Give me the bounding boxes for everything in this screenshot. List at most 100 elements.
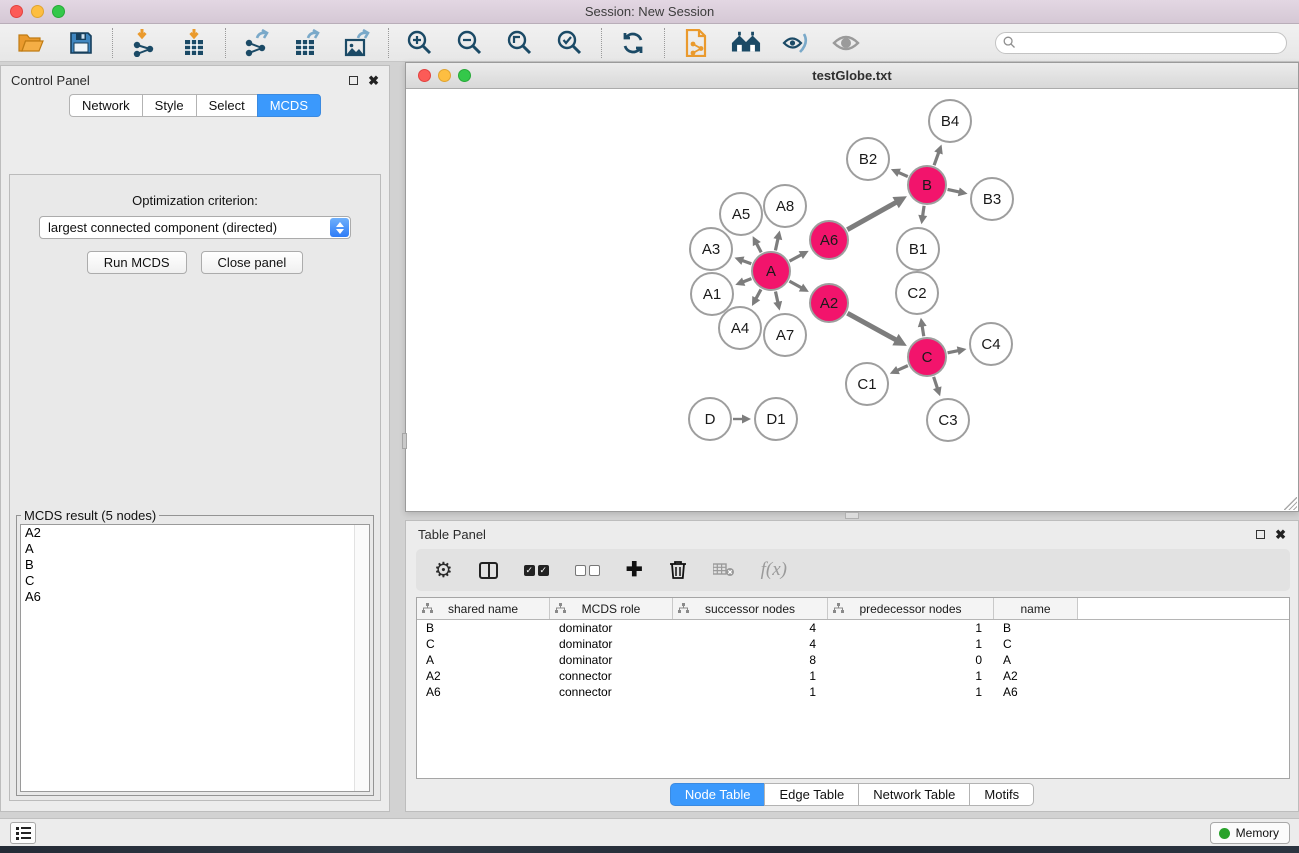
graph-edge-B-B2[interactable]: [898, 172, 908, 176]
graph-edge-A6-B[interactable]: [847, 202, 896, 230]
split-columns-icon[interactable]: [479, 558, 498, 582]
graph-edge-B-B3[interactable]: [948, 189, 960, 192]
tab-select[interactable]: Select: [196, 94, 257, 117]
resize-grip-icon[interactable]: [1284, 497, 1297, 510]
mcds-result-item[interactable]: A: [21, 541, 369, 557]
delete-column-icon[interactable]: [669, 558, 687, 582]
home-icon[interactable]: [731, 28, 761, 58]
graph-edge-A-A8[interactable]: [775, 238, 778, 250]
float-window-icon[interactable]: [349, 76, 358, 85]
graph-edge-C-C4[interactable]: [948, 351, 959, 353]
task-history-button[interactable]: [10, 822, 36, 844]
tab-mcds[interactable]: MCDS: [257, 94, 321, 117]
cell-MCDS-role[interactable]: connector: [550, 668, 673, 684]
delete-table-icon[interactable]: [713, 558, 735, 582]
graph-edge-B-B1[interactable]: [923, 206, 924, 217]
export-network-icon[interactable]: [242, 28, 272, 58]
search-input[interactable]: [995, 32, 1287, 54]
close-window-button[interactable]: [10, 5, 23, 18]
function-builder-icon[interactable]: f(x): [761, 558, 787, 582]
column-header-shared-name[interactable]: shared name: [417, 598, 550, 619]
float-table-panel-icon[interactable]: [1256, 530, 1265, 539]
minimize-window-button[interactable]: [31, 5, 44, 18]
cell-MCDS-role[interactable]: connector: [550, 684, 673, 700]
mcds-result-item[interactable]: C: [21, 573, 369, 589]
cell-shared-name[interactable]: C: [417, 636, 550, 652]
criterion-dropdown[interactable]: largest connected component (directed): [39, 216, 351, 239]
cell-predecessor-nodes[interactable]: 1: [828, 620, 994, 636]
refresh-icon[interactable]: [618, 28, 648, 58]
cell-shared-name[interactable]: A2: [417, 668, 550, 684]
select-all-checkboxes-icon[interactable]: ✓✓: [524, 558, 549, 582]
graph-edge-A-A1[interactable]: [743, 279, 752, 282]
graph-edge-C-C1[interactable]: [897, 366, 908, 371]
zoom-out-icon[interactable]: [455, 28, 485, 58]
result-scrollbar[interactable]: [354, 525, 369, 791]
zoom-selected-icon[interactable]: [555, 28, 585, 58]
cell-successor-nodes[interactable]: 4: [673, 620, 828, 636]
window-edge-grip[interactable]: [402, 433, 407, 449]
tab-style[interactable]: Style: [142, 94, 196, 117]
import-network-icon[interactable]: [129, 28, 159, 58]
mcds-result-item[interactable]: B: [21, 557, 369, 573]
splitter-handle[interactable]: [845, 512, 859, 519]
graph-edge-C-C3[interactable]: [934, 377, 938, 389]
cell-name[interactable]: A2: [994, 668, 1078, 684]
cell-shared-name[interactable]: B: [417, 620, 550, 636]
cell-shared-name[interactable]: A: [417, 652, 550, 668]
show-preview-icon[interactable]: [831, 28, 861, 58]
save-session-icon[interactable]: [66, 28, 96, 58]
run-mcds-button[interactable]: Run MCDS: [87, 251, 187, 274]
mcds-result-item[interactable]: A2: [21, 525, 369, 541]
table-row[interactable]: A2connector11A2: [417, 668, 1289, 684]
graph-edge-A-A3[interactable]: [742, 260, 751, 263]
tab-network-table[interactable]: Network Table: [858, 783, 969, 806]
close-panel-icon[interactable]: ✖: [368, 74, 379, 87]
deselect-checkboxes-icon[interactable]: [575, 558, 600, 582]
tab-motifs[interactable]: Motifs: [969, 783, 1034, 806]
graph-edge-C-C2[interactable]: [922, 326, 924, 337]
network-canvas[interactable]: B4B2BB3A8A5A6A3B1AA1C2A2A4A7C4CC1C3DD1: [406, 90, 1298, 511]
zoom-in-icon[interactable]: [405, 28, 435, 58]
import-table-icon[interactable]: [179, 28, 209, 58]
network-close-button[interactable]: [418, 69, 431, 82]
zoom-fit-icon[interactable]: [505, 28, 535, 58]
column-header-MCDS-role[interactable]: MCDS role: [550, 598, 673, 619]
graph-edge-A-A2[interactable]: [789, 281, 801, 288]
network-from-file-icon[interactable]: [681, 28, 711, 58]
graph-edge-B-B4[interactable]: [934, 152, 939, 165]
memory-button[interactable]: Memory: [1210, 822, 1290, 844]
cell-successor-nodes[interactable]: 1: [673, 668, 828, 684]
tab-edge-table[interactable]: Edge Table: [764, 783, 858, 806]
column-header-name[interactable]: name: [994, 598, 1078, 619]
close-panel-button[interactable]: Close panel: [201, 251, 304, 274]
mcds-result-list[interactable]: A2ABCA6: [20, 524, 370, 792]
table-row[interactable]: Bdominator41B: [417, 620, 1289, 636]
hide-details-icon[interactable]: [781, 28, 811, 58]
table-row[interactable]: Cdominator41C: [417, 636, 1289, 652]
cell-name[interactable]: A6: [994, 684, 1078, 700]
export-image-icon[interactable]: [342, 28, 372, 58]
mcds-result-item[interactable]: A6: [21, 589, 369, 605]
cell-shared-name[interactable]: A6: [417, 684, 550, 700]
graph-edge-A-A4[interactable]: [756, 289, 761, 299]
network-minimize-button[interactable]: [438, 69, 451, 82]
tab-node-table[interactable]: Node Table: [670, 783, 765, 806]
close-table-panel-icon[interactable]: ✖: [1275, 528, 1286, 541]
zoom-window-button[interactable]: [52, 5, 65, 18]
graph-edge-A-A7[interactable]: [775, 292, 777, 303]
export-table-icon[interactable]: [292, 28, 322, 58]
cell-predecessor-nodes[interactable]: 1: [828, 668, 994, 684]
cell-MCDS-role[interactable]: dominator: [550, 652, 673, 668]
column-header-predecessor-nodes[interactable]: predecessor nodes: [828, 598, 994, 619]
network-window-titlebar[interactable]: testGlobe.txt: [406, 63, 1298, 89]
cell-successor-nodes[interactable]: 1: [673, 684, 828, 700]
add-column-icon[interactable]: ✚: [626, 558, 643, 582]
graph-edge-A2-C[interactable]: [847, 313, 896, 340]
settings-gear-icon[interactable]: ⚙: [434, 558, 453, 582]
cell-name[interactable]: C: [994, 636, 1078, 652]
cell-predecessor-nodes[interactable]: 1: [828, 684, 994, 700]
open-session-icon[interactable]: [16, 28, 46, 58]
cell-name[interactable]: B: [994, 620, 1078, 636]
cell-MCDS-role[interactable]: dominator: [550, 620, 673, 636]
